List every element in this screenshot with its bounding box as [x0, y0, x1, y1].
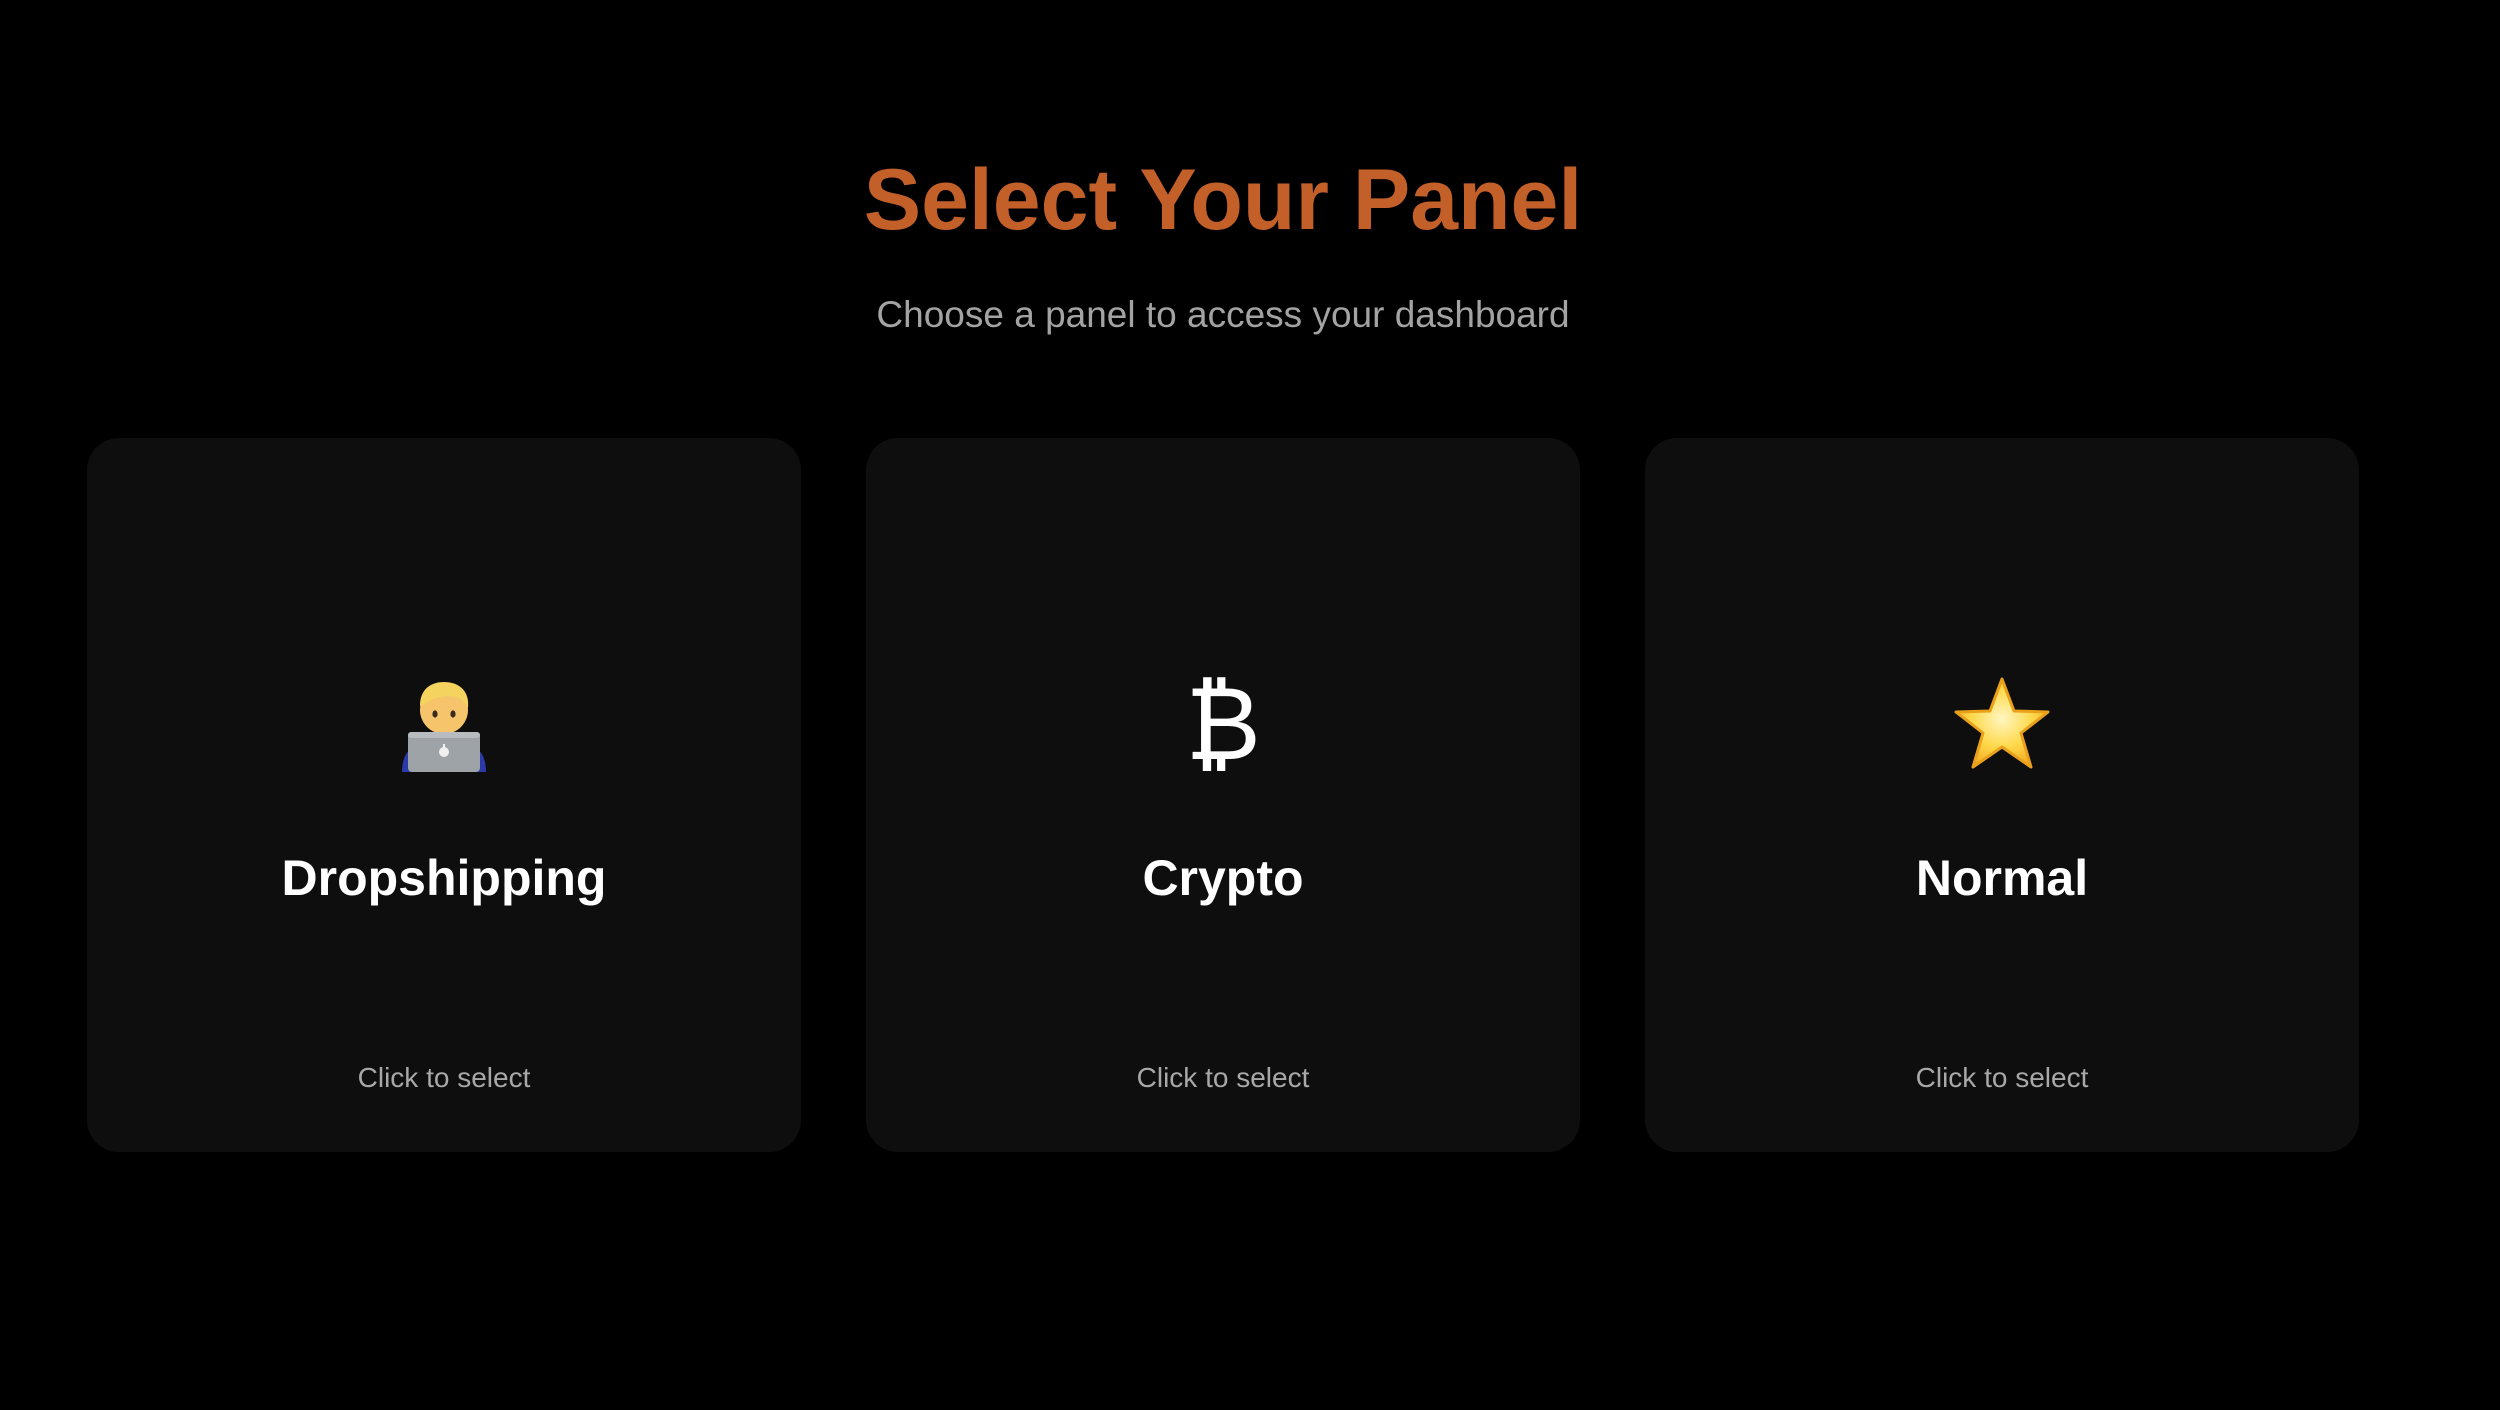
panel-hint: Click to select: [357, 1062, 531, 1093]
panel-cards: Dropshipping Click to select ₿ Crypto Cl…: [87, 438, 2359, 1152]
panel-card-dropshipping[interactable]: Dropshipping Click to select: [87, 438, 801, 1152]
panel-card-normal[interactable]: Normal Click to select: [1645, 438, 2359, 1152]
page-subtitle: Choose a panel to access your dashboard: [876, 294, 1570, 335]
panel-name: Normal: [1915, 850, 2089, 906]
panel-selection-page: Select Your Panel Choose a panel to acce…: [0, 0, 2500, 1410]
panel-name: Crypto: [1142, 850, 1304, 906]
bitcoin-icon: ₿: [1185, 665, 1261, 784]
panel-hint: Click to select: [1915, 1062, 2089, 1093]
page-title: Select Your Panel: [863, 152, 1583, 248]
technologist-icon: [87, 670, 801, 780]
panel-hint: Click to select: [1136, 1062, 1310, 1093]
star-icon: [1645, 670, 2359, 780]
panel-name: Dropshipping: [281, 850, 607, 906]
panel-card-crypto[interactable]: ₿ Crypto Click to select: [866, 438, 1580, 1152]
